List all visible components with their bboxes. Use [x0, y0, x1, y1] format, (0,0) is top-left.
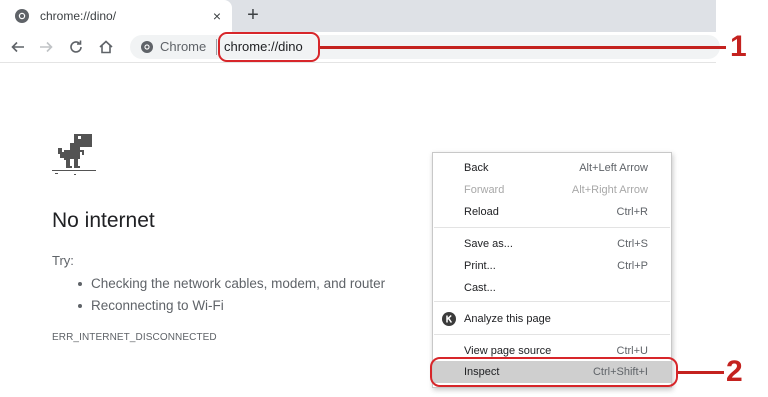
menu-item-analyze-page[interactable]: Analyze this page — [433, 308, 671, 330]
menu-item-shortcut: Ctrl+P — [617, 260, 648, 272]
callout-number-2: 2 — [726, 355, 743, 388]
close-icon[interactable]: × — [209, 8, 225, 24]
menu-item-cast[interactable]: Cast... — [433, 277, 671, 299]
menu-item-forward: Forward Alt+Right Arrow — [433, 179, 671, 201]
menu-item-label: Back — [464, 162, 489, 174]
menu-item-shortcut: Ctrl+R — [616, 206, 648, 218]
extension-k-icon — [442, 312, 456, 326]
new-tab-button[interactable]: + — [243, 5, 263, 25]
callout-line-1 — [320, 46, 726, 49]
chrome-globe-icon — [15, 9, 29, 23]
menu-divider — [434, 301, 670, 302]
tab-strip: chrome://dino/ × + — [0, 0, 716, 32]
menu-item-label: Save as... — [464, 238, 513, 250]
dinosaur-icon — [52, 134, 96, 175]
menu-item-label: Cast... — [464, 282, 496, 294]
tab-title: chrome://dino/ — [40, 9, 117, 23]
chrome-info-icon — [141, 41, 153, 53]
error-code: ERR_INTERNET_DISCONNECTED — [52, 332, 217, 343]
reload-icon[interactable] — [68, 39, 84, 55]
suggestion-list: Checking the network cables, modem, and … — [52, 273, 385, 317]
menu-item-shortcut: Ctrl+U — [616, 345, 648, 357]
menu-item-shortcut: Alt+Right Arrow — [571, 184, 648, 196]
browser-window: chrome://dino/ × + Chrome chrome://dino … — [0, 0, 768, 397]
menu-item-label: Analyze this page — [464, 313, 551, 325]
arrow-left-icon[interactable] — [10, 39, 26, 55]
chrome-chip-label: Chrome — [160, 39, 207, 54]
menu-item-label: Print... — [464, 260, 496, 272]
menu-item-save-as[interactable]: Save as... Ctrl+S — [433, 233, 671, 255]
tab-dino[interactable]: chrome://dino/ × — [0, 0, 232, 32]
menu-item-label: Forward — [464, 184, 505, 196]
error-heading: No internet — [52, 209, 155, 232]
menu-item-reload[interactable]: Reload Ctrl+R — [433, 201, 671, 223]
callout-number-1: 1 — [730, 30, 747, 63]
menu-item-shortcut: Ctrl+S — [617, 238, 648, 250]
suggestion-item: Reconnecting to Wi-Fi — [52, 295, 385, 317]
url-highlight-ring — [218, 32, 320, 62]
home-icon[interactable] — [98, 39, 114, 55]
menu-item-shortcut: Alt+Left Arrow — [579, 162, 648, 174]
suggestion-item: Checking the network cables, modem, and … — [52, 273, 385, 295]
try-label: Try: — [52, 253, 74, 268]
menu-item-label: Reload — [464, 206, 499, 218]
inspect-highlight-ring — [430, 357, 678, 387]
context-menu: Back Alt+Left Arrow Forward Alt+Right Ar… — [432, 152, 672, 388]
chip-divider — [216, 39, 217, 55]
menu-item-print[interactable]: Print... Ctrl+P — [433, 255, 671, 277]
arrow-right-icon[interactable] — [38, 39, 54, 55]
callout-line-2 — [678, 371, 724, 374]
menu-divider — [434, 227, 670, 228]
menu-divider — [434, 334, 670, 335]
menu-item-label: View page source — [464, 345, 552, 357]
menu-item-back[interactable]: Back Alt+Left Arrow — [433, 157, 671, 179]
